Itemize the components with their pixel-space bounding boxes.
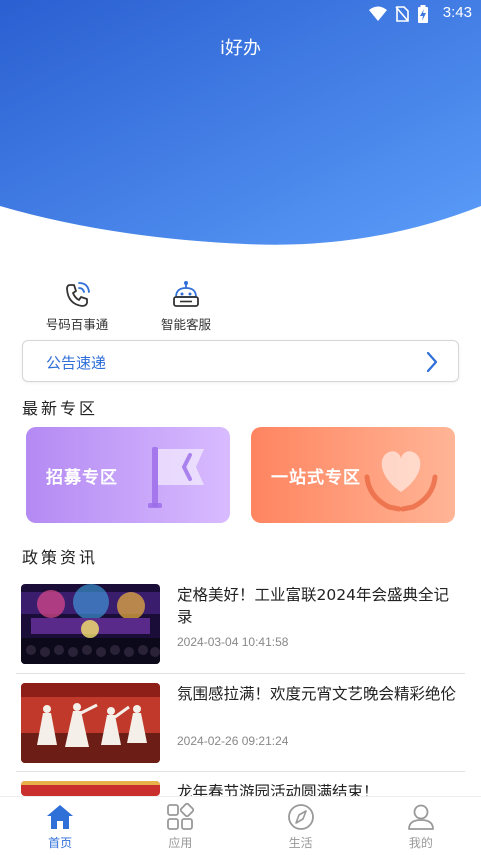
- news-thumbnail-festival: [21, 781, 160, 796]
- quick-action-label: 智能客服: [160, 317, 211, 332]
- card-label: 一站式专区: [271, 468, 361, 488]
- quick-action-label: 号码百事通: [45, 317, 109, 332]
- robot-icon: [173, 281, 199, 307]
- home-icon: [47, 805, 74, 829]
- card-label: 招募专区: [46, 468, 118, 488]
- apps-grid-icon: [167, 803, 195, 830]
- tab-mine[interactable]: 我的: [361, 797, 481, 855]
- card-recruitment[interactable]: 招募专区: [26, 427, 230, 523]
- latest-section-title: 最新专区: [22, 399, 99, 418]
- news-item[interactable]: 定格美好！工业富联2024年会盛典全记录 2024-03-04 10:41:58: [21, 584, 465, 666]
- news-item[interactable]: 氛围感拉满！欢度元宵文艺晚会精彩绝伦 2024-02-26 09:21:24: [21, 683, 465, 765]
- profile-icon: [407, 804, 434, 830]
- no-sim-icon: [395, 6, 409, 22]
- page-title: i好办: [219, 38, 261, 59]
- notice-bar[interactable]: 公告速递: [22, 340, 459, 382]
- tab-home[interactable]: 首页: [0, 797, 120, 855]
- chevron-right-icon: [426, 351, 438, 373]
- news-item[interactable]: 龙年春节游园活动圆满结束！: [21, 781, 465, 796]
- tab-label: 我的: [408, 836, 433, 850]
- bottom-tab-bar: 首页 应用 生活 我的: [0, 796, 481, 855]
- tab-label: 应用: [168, 836, 193, 850]
- heart-hands-icon: [364, 451, 438, 512]
- policy-section-title: 政策资讯: [22, 548, 99, 567]
- compass-icon: [287, 804, 314, 830]
- flag-icon: [148, 447, 204, 508]
- status-bar: 3:43: [0, 0, 481, 26]
- battery-charging-icon: [418, 5, 428, 23]
- news-thumbnail-dance: [21, 683, 160, 763]
- notice-label: 公告速递: [46, 354, 107, 372]
- wifi-icon: [369, 6, 387, 21]
- tab-life[interactable]: 生活: [241, 797, 361, 855]
- news-title: 龙年春节游园活动圆满结束！: [177, 783, 379, 796]
- tab-label: 生活: [288, 836, 313, 850]
- news-date: 2024-02-26 09:21:24: [177, 734, 289, 748]
- news-thumbnail-concert: [21, 584, 160, 664]
- phone-call-icon: [66, 282, 90, 307]
- news-divider: [16, 673, 465, 674]
- tab-apps[interactable]: 应用: [120, 797, 240, 855]
- status-time: 3:43: [442, 4, 472, 21]
- tab-label: 首页: [48, 836, 73, 850]
- news-divider: [16, 771, 465, 772]
- card-one-stop[interactable]: 一站式专区: [251, 427, 455, 523]
- news-date: 2024-03-04 10:41:58: [177, 635, 289, 649]
- quick-action-smart-service[interactable]: 智能客服: [141, 280, 231, 333]
- news-title: 定格美好！工业富联2024年会盛典全记录: [177, 586, 449, 626]
- news-title: 氛围感拉满！欢度元宵文艺晚会精彩绝伦: [177, 685, 457, 703]
- quick-action-hotline[interactable]: 号码百事通: [32, 280, 122, 333]
